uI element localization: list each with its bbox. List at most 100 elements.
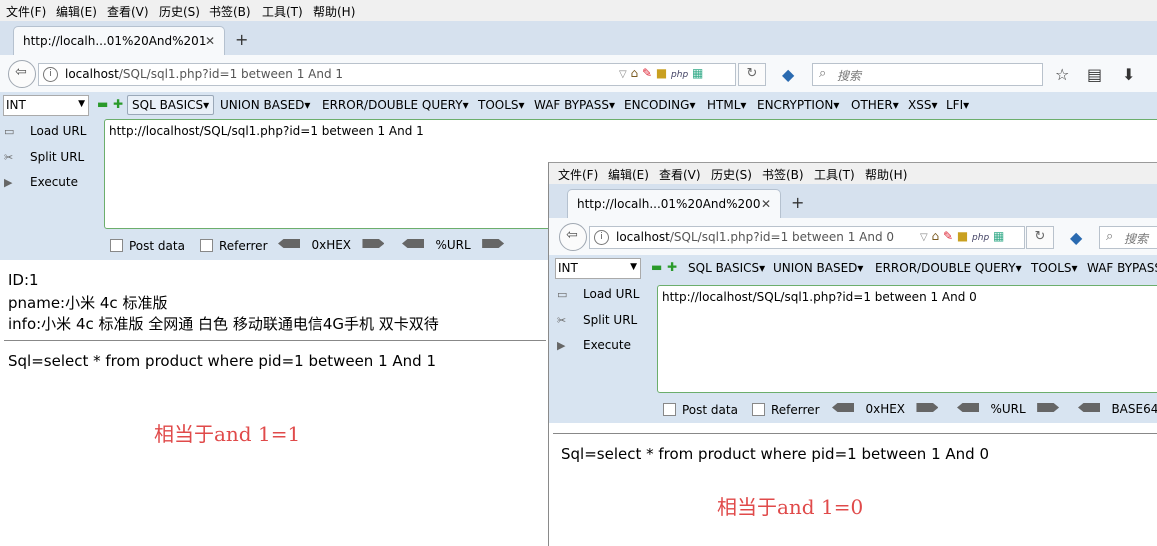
split-url-button[interactable]: ✂ Split URL bbox=[557, 313, 637, 327]
menu-help[interactable]: 帮助(H) bbox=[865, 166, 907, 183]
url-encoder[interactable]: %URL bbox=[402, 238, 505, 252]
arrow-left-icon[interactable] bbox=[832, 403, 854, 412]
hex-encoder[interactable]: 0xHEX bbox=[278, 238, 385, 252]
home-icon[interactable]: ⌂ bbox=[631, 66, 639, 80]
load-url-button[interactable]: ▭ Load URL bbox=[557, 287, 639, 301]
plus-icon[interactable]: ✚ bbox=[667, 260, 677, 274]
reload-button[interactable]: ↻ bbox=[1026, 226, 1054, 249]
close-icon[interactable]: ✕ bbox=[205, 34, 215, 48]
hackbar-menu-encryption[interactable]: ENCRYPTION▾ bbox=[757, 98, 839, 112]
close-icon[interactable]: ✕ bbox=[761, 197, 771, 211]
hackbar-menu-waf-bypass[interactable]: WAF BYPASS bbox=[1087, 261, 1157, 275]
back-button[interactable]: ⇦ bbox=[559, 223, 587, 251]
menu-history[interactable]: 历史(S) bbox=[711, 166, 752, 183]
hackbar-menu-sql-basics[interactable]: SQL BASICS▾ bbox=[688, 261, 765, 275]
dropdown-icon[interactable]: ▽ bbox=[619, 69, 627, 80]
menu-edit[interactable]: 编辑(E) bbox=[56, 3, 97, 20]
reload-icon: ↻ bbox=[746, 66, 758, 81]
hackbar-menu-tools[interactable]: TOOLS▾ bbox=[478, 98, 525, 112]
shield-icon[interactable]: ◆ bbox=[782, 65, 794, 84]
reading-list-icon[interactable]: ▤ bbox=[1087, 65, 1102, 84]
type-select[interactable]: INT ▼ bbox=[3, 95, 89, 116]
menu-file[interactable]: 文件(F) bbox=[558, 166, 598, 183]
new-tab-icon[interactable]: + bbox=[791, 193, 804, 212]
back-button[interactable]: ⇦ bbox=[8, 60, 36, 88]
hackbar-menu-encoding[interactable]: ENCODING▾ bbox=[624, 98, 695, 112]
hackbar-menu-union-based[interactable]: UNION BASED▾ bbox=[773, 261, 863, 275]
tab-active[interactable]: http://localh...01%20And%201 ✕ bbox=[13, 26, 225, 56]
chevron-down-icon: ▼ bbox=[630, 262, 637, 272]
arrow-right-icon[interactable] bbox=[482, 239, 505, 248]
split-url-button[interactable]: ✂ Split URL bbox=[4, 150, 84, 164]
type-select[interactable]: INT ▼ bbox=[555, 258, 641, 279]
menu-bar: 文件(F) 编辑(E) 查看(V) 历史(S) 书签(B) 工具(T) 帮助(H… bbox=[549, 163, 1157, 185]
arrow-left-icon[interactable] bbox=[957, 403, 979, 412]
scissors-icon: ✂ bbox=[4, 151, 14, 164]
hackbar-menu-error-double-query[interactable]: ERROR/DOUBLE QUERY▾ bbox=[875, 261, 1022, 275]
search-box[interactable]: ⌕ 搜索 bbox=[812, 63, 1043, 86]
hackbar-menu-union-based[interactable]: UNION BASED▾ bbox=[220, 98, 310, 112]
hackbar-menu-other[interactable]: OTHER▾ bbox=[851, 98, 899, 112]
post-data-checkbox[interactable]: Post data bbox=[663, 403, 738, 417]
arrow-right-icon[interactable] bbox=[362, 239, 385, 248]
feather-icon[interactable]: ✎ bbox=[943, 229, 953, 243]
load-url-button[interactable]: ▭ Load URL bbox=[4, 124, 86, 138]
base64-encoder[interactable]: BASE64 bbox=[1078, 402, 1157, 416]
menu-edit[interactable]: 编辑(E) bbox=[608, 166, 649, 183]
windows-icon[interactable]: ▦ bbox=[692, 66, 703, 80]
menu-view[interactable]: 查看(V) bbox=[107, 3, 149, 20]
plus-icon[interactable]: ✚ bbox=[113, 97, 123, 111]
arrow-left-icon[interactable] bbox=[402, 239, 424, 248]
home-icon[interactable]: ⌂ bbox=[932, 229, 940, 243]
post-data-checkbox[interactable]: Post data bbox=[110, 239, 185, 253]
hackbar-menu-sql-basics[interactable]: SQL BASICS▾ bbox=[127, 95, 215, 115]
info-icon[interactable]: i bbox=[594, 230, 609, 245]
url-encoder[interactable]: %URL bbox=[957, 402, 1060, 416]
star-icon[interactable]: ☆ bbox=[1055, 65, 1069, 84]
windows-icon[interactable]: ▦ bbox=[993, 229, 1004, 243]
reload-button[interactable]: ↻ bbox=[738, 63, 766, 86]
referrer-checkbox[interactable]: Referrer bbox=[752, 403, 820, 417]
hackbar-menu-waf-bypass[interactable]: WAF BYPASS▾ bbox=[534, 98, 615, 112]
menu-view[interactable]: 查看(V) bbox=[659, 166, 701, 183]
hackbar-menu-lfi[interactable]: LFI▾ bbox=[946, 98, 969, 112]
menu-file[interactable]: 文件(F) bbox=[6, 3, 46, 20]
new-tab-icon[interactable]: + bbox=[235, 30, 248, 49]
menu-bookmarks[interactable]: 书签(B) bbox=[762, 166, 804, 183]
referrer-checkbox[interactable]: Referrer bbox=[200, 239, 268, 253]
lock-icon[interactable]: ■ bbox=[957, 229, 968, 243]
url-bar[interactable]: i localhost/SQL/sql1.php?id=1 between 1 … bbox=[589, 226, 1025, 249]
arrow-right-icon[interactable] bbox=[1037, 403, 1060, 412]
url-bar[interactable]: i localhost/SQL/sql1.php?id=1 between 1 … bbox=[38, 63, 736, 86]
minus-icon[interactable]: ▬ bbox=[651, 260, 662, 274]
menu-tools[interactable]: 工具(T) bbox=[262, 3, 303, 20]
tab-active[interactable]: http://localh...01%20And%200 ✕ bbox=[567, 189, 781, 219]
execute-button[interactable]: ▶ Execute bbox=[557, 338, 631, 352]
shield-icon[interactable]: ◆ bbox=[1070, 228, 1082, 247]
php-icon[interactable]: php bbox=[972, 233, 989, 243]
arrow-right-icon[interactable] bbox=[916, 403, 939, 412]
hackbar-menu-xss[interactable]: XSS▾ bbox=[908, 98, 937, 112]
menu-help[interactable]: 帮助(H) bbox=[313, 3, 355, 20]
hackbar-menu-error-double-query[interactable]: ERROR/DOUBLE QUERY▾ bbox=[322, 98, 469, 112]
output-id: ID:1 bbox=[8, 271, 39, 289]
php-icon[interactable]: php bbox=[671, 70, 688, 80]
menu-bookmarks[interactable]: 书签(B) bbox=[209, 3, 251, 20]
execute-button[interactable]: ▶ Execute bbox=[4, 175, 78, 189]
menu-history[interactable]: 历史(S) bbox=[159, 3, 200, 20]
lock-icon[interactable]: ■ bbox=[656, 66, 667, 80]
scissors-icon: ✂ bbox=[557, 314, 567, 327]
url-textarea[interactable]: http://localhost/SQL/sql1.php?id=1 betwe… bbox=[657, 285, 1157, 393]
hackbar-menu-tools[interactable]: TOOLS▾ bbox=[1031, 261, 1078, 275]
minus-icon[interactable]: ▬ bbox=[97, 97, 108, 111]
arrow-left-icon[interactable] bbox=[1078, 403, 1100, 412]
download-icon[interactable]: ⬇ bbox=[1122, 65, 1135, 84]
info-icon[interactable]: i bbox=[43, 67, 58, 82]
hex-encoder[interactable]: 0xHEX bbox=[832, 402, 939, 416]
feather-icon[interactable]: ✎ bbox=[642, 66, 652, 80]
menu-tools[interactable]: 工具(T) bbox=[814, 166, 855, 183]
arrow-left-icon[interactable] bbox=[278, 239, 300, 248]
hackbar-menu-html[interactable]: HTML▾ bbox=[707, 98, 746, 112]
dropdown-icon[interactable]: ▽ bbox=[920, 232, 928, 243]
search-box[interactable]: ⌕ 搜索 bbox=[1099, 226, 1157, 249]
